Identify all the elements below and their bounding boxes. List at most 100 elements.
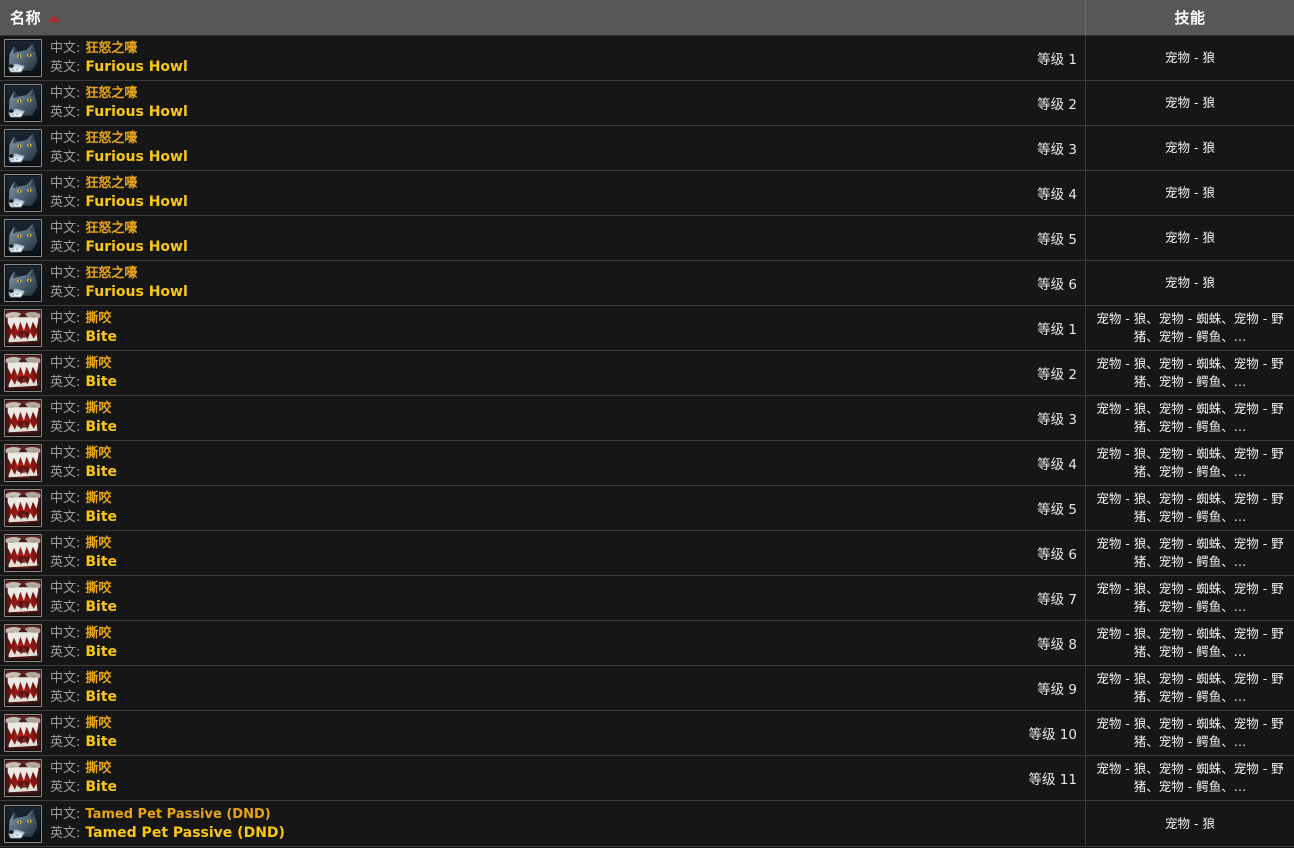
label-en: 英文: xyxy=(50,465,81,480)
spell-name-zh[interactable]: 撕咬 xyxy=(85,626,111,641)
table-row[interactable]: 中文: 撕咬 英文: Bite 等级 4 宠物 - 狼、宠物 - 蜘蛛、宠物 - 野猪、宠… xyxy=(0,441,1294,486)
spell-name-en[interactable]: Bite xyxy=(85,599,117,615)
skill-label: 宠物 - 狼、宠物 - 蜘蛛、宠物 - 野猪、宠物 - 鳄鱼、… xyxy=(1096,716,1284,749)
spell-name-zh[interactable]: 狂怒之嚎 xyxy=(85,221,137,236)
spell-name-zh[interactable]: 撕咬 xyxy=(85,311,111,326)
spell-name-zh[interactable]: 撕咬 xyxy=(85,671,111,686)
table-row[interactable]: 中文: 撕咬 英文: Bite 等级 3 宠物 - 狼、宠物 - 蜘蛛、宠物 - 野猪、宠… xyxy=(0,396,1294,441)
spell-name-en[interactable]: Bite xyxy=(85,644,117,660)
cell-skill: 宠物 - 狼 xyxy=(1086,171,1294,215)
spell-name-en[interactable]: Bite xyxy=(85,734,117,750)
spell-name-en[interactable]: Tamed Pet Passive (DND) xyxy=(85,825,285,841)
rank-label: 等级 4 xyxy=(1037,457,1077,473)
wolf-head-icon[interactable] xyxy=(4,39,42,77)
spell-name-zh[interactable]: 狂怒之嚎 xyxy=(85,266,137,281)
label-en: 英文: xyxy=(50,240,81,255)
spell-name-zh-line: 中文: 撕咬 xyxy=(50,445,117,463)
spell-name-zh[interactable]: 撕咬 xyxy=(85,536,111,551)
spell-name-zh[interactable]: 撕咬 xyxy=(85,401,111,416)
spell-name-zh-line: 中文: 撕咬 xyxy=(50,670,117,688)
spell-name-zh[interactable]: 撕咬 xyxy=(85,581,111,596)
label-zh: 中文: xyxy=(50,131,81,146)
spell-name-en-line: 英文: Bite xyxy=(50,553,117,572)
fanged-maw-icon[interactable] xyxy=(4,489,42,527)
spell-name-zh[interactable]: 狂怒之嚎 xyxy=(85,176,137,191)
fanged-maw-icon[interactable] xyxy=(4,399,42,437)
table-row[interactable]: 中文: 撕咬 英文: Bite 等级 1 宠物 - 狼、宠物 - 蜘蛛、宠物 - 野猪、宠… xyxy=(0,306,1294,351)
spell-name-en[interactable]: Bite xyxy=(85,779,117,795)
column-header-skill-label: 技能 xyxy=(1174,9,1206,27)
table-row[interactable]: 中文: 狂怒之嚎 英文: Furious Howl 等级 5 宠物 - 狼 xyxy=(0,216,1294,261)
spell-name-zh[interactable]: Tamed Pet Passive (DND) xyxy=(85,807,270,822)
spell-name-en[interactable]: Bite xyxy=(85,419,117,435)
triangle-up-icon xyxy=(48,15,61,22)
fanged-maw-icon[interactable] xyxy=(4,579,42,617)
spell-name-en[interactable]: Furious Howl xyxy=(85,239,187,255)
spell-name-en[interactable]: Bite xyxy=(85,689,117,705)
table-row[interactable]: 中文: 撕咬 英文: Bite 等级 11 宠物 - 狼、宠物 - 蜘蛛、宠物 - 野猪、… xyxy=(0,756,1294,801)
table-row[interactable]: 中文: Tamed Pet Passive (DND) 英文: Tamed Pet P… xyxy=(0,801,1294,847)
spell-name-en[interactable]: Bite xyxy=(85,509,117,525)
table-row[interactable]: 中文: 狂怒之嚎 英文: Furious Howl 等级 6 宠物 - 狼 xyxy=(0,261,1294,306)
spell-name-zh-line: 中文: 撕咬 xyxy=(50,355,117,373)
table-row[interactable]: 中文: 撕咬 英文: Bite 等级 6 宠物 - 狼、宠物 - 蜘蛛、宠物 - 野猪、宠… xyxy=(0,531,1294,576)
table-row[interactable]: 中文: 撕咬 英文: Bite 等级 9 宠物 - 狼、宠物 - 蜘蛛、宠物 - 野猪、宠… xyxy=(0,666,1294,711)
cell-name: 中文: 狂怒之嚎 英文: Furious Howl xyxy=(0,126,940,170)
table-row[interactable]: 中文: 狂怒之嚎 英文: Furious Howl 等级 1 宠物 - 狼 xyxy=(0,36,1294,81)
cell-skill: 宠物 - 狼、宠物 - 蜘蛛、宠物 - 野猪、宠物 - 鳄鱼、… xyxy=(1086,756,1294,800)
table-row[interactable]: 中文: 撕咬 英文: Bite 等级 5 宠物 - 狼、宠物 - 蜘蛛、宠物 - 野猪、宠… xyxy=(0,486,1294,531)
wolf-head-icon[interactable] xyxy=(4,219,42,257)
spell-name-en[interactable]: Furious Howl xyxy=(85,194,187,210)
fanged-maw-icon[interactable] xyxy=(4,354,42,392)
skill-label: 宠物 - 狼 xyxy=(1165,50,1215,65)
spell-name-en[interactable]: Bite xyxy=(85,464,117,480)
spell-name-en[interactable]: Furious Howl xyxy=(85,104,187,120)
spell-name-block: 中文: 撕咬 英文: Bite xyxy=(50,624,117,662)
spell-name-en[interactable]: Bite xyxy=(85,554,117,570)
fanged-maw-icon[interactable] xyxy=(4,309,42,347)
cell-skill: 宠物 - 狼、宠物 - 蜘蛛、宠物 - 野猪、宠物 - 鳄鱼、… xyxy=(1086,666,1294,710)
rank-label: 等级 1 xyxy=(1037,322,1077,338)
spell-name-en-line: 英文: Bite xyxy=(50,463,117,482)
spell-name-zh[interactable]: 狂怒之嚎 xyxy=(85,131,137,146)
column-header-name[interactable]: 名称 xyxy=(0,0,1086,35)
fanged-maw-icon[interactable] xyxy=(4,669,42,707)
fanged-maw-icon[interactable] xyxy=(4,714,42,752)
wolf-head-icon[interactable] xyxy=(4,129,42,167)
wolf-head-icon[interactable] xyxy=(4,174,42,212)
spell-name-zh[interactable]: 撕咬 xyxy=(85,446,111,461)
spell-name-zh-line: 中文: 撕咬 xyxy=(50,760,117,778)
column-header-skill[interactable]: 技能 xyxy=(1086,0,1294,35)
label-zh: 中文: xyxy=(50,806,81,822)
spell-name-zh[interactable]: 撕咬 xyxy=(85,491,111,506)
label-zh: 中文: xyxy=(50,41,81,56)
wolf-head-icon[interactable] xyxy=(4,804,42,843)
fanged-maw-icon[interactable] xyxy=(4,534,42,572)
spell-name-en[interactable]: Furious Howl xyxy=(85,284,187,300)
table-row[interactable]: 中文: 撕咬 英文: Bite 等级 10 宠物 - 狼、宠物 - 蜘蛛、宠物 - 野猪、… xyxy=(0,711,1294,756)
cell-skill: 宠物 - 狼 xyxy=(1086,36,1294,80)
table-row[interactable]: 中文: 狂怒之嚎 英文: Furious Howl 等级 3 宠物 - 狼 xyxy=(0,126,1294,171)
label-zh: 中文: xyxy=(50,536,81,551)
spell-name-en[interactable]: Furious Howl xyxy=(85,59,187,75)
spell-name-en[interactable]: Bite xyxy=(85,374,117,390)
spell-name-zh[interactable]: 狂怒之嚎 xyxy=(85,86,137,101)
table-row[interactable]: 中文: 狂怒之嚎 英文: Furious Howl 等级 2 宠物 - 狼 xyxy=(0,81,1294,126)
spell-name-zh[interactable]: 撕咬 xyxy=(85,716,111,731)
spell-name-en[interactable]: Furious Howl xyxy=(85,149,187,165)
spell-name-en[interactable]: Bite xyxy=(85,329,117,345)
spell-name-zh[interactable]: 撕咬 xyxy=(85,356,111,371)
table-row[interactable]: 中文: 撕咬 英文: Bite 等级 8 宠物 - 狼、宠物 - 蜘蛛、宠物 - 野猪、宠… xyxy=(0,621,1294,666)
fanged-maw-icon[interactable] xyxy=(4,759,42,797)
spell-name-zh[interactable]: 狂怒之嚎 xyxy=(85,41,137,56)
table-row[interactable]: 中文: 撕咬 英文: Bite 等级 2 宠物 - 狼、宠物 - 蜘蛛、宠物 - 野猪、宠… xyxy=(0,351,1294,396)
spell-name-zh[interactable]: 撕咬 xyxy=(85,761,111,776)
skill-label: 宠物 - 狼 xyxy=(1165,230,1215,245)
wolf-head-icon[interactable] xyxy=(4,84,42,122)
fanged-maw-icon[interactable] xyxy=(4,624,42,662)
fanged-maw-icon[interactable] xyxy=(4,444,42,482)
label-en: 英文: xyxy=(50,330,81,345)
table-row[interactable]: 中文: 狂怒之嚎 英文: Furious Howl 等级 4 宠物 - 狼 xyxy=(0,171,1294,216)
table-row[interactable]: 中文: 撕咬 英文: Bite 等级 7 宠物 - 狼、宠物 - 蜘蛛、宠物 - 野猪、宠… xyxy=(0,576,1294,621)
wolf-head-icon[interactable] xyxy=(4,264,42,302)
